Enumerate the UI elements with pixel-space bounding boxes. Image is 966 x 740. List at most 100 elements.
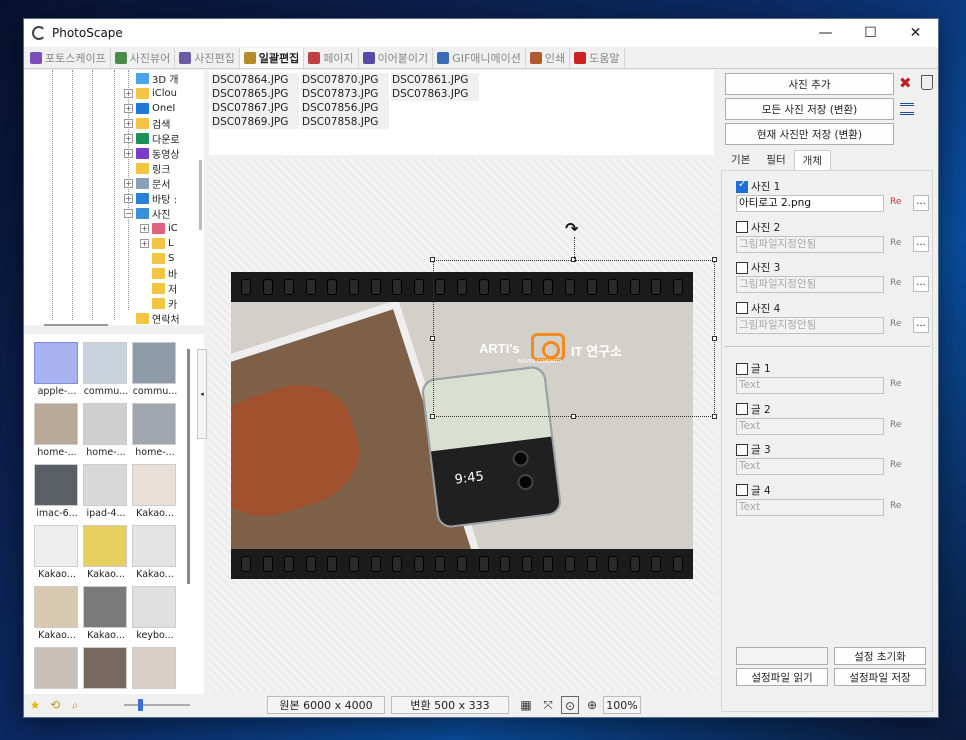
- text-checkbox[interactable]: [736, 484, 748, 496]
- photo-checkbox-row[interactable]: 사진 1: [736, 179, 780, 194]
- photo-checkbox-row[interactable]: 사진 2: [736, 220, 780, 235]
- edit-object-icon[interactable]: Re: [890, 420, 906, 434]
- thumbnail[interactable]: imac-6...: [34, 464, 80, 522]
- photo-input[interactable]: 그림파일지정안됨: [736, 276, 884, 293]
- thumbnail[interactable]: Kakao...: [34, 586, 80, 644]
- tab-1[interactable]: 사진뷰어: [111, 47, 176, 68]
- text-input[interactable]: Text: [736, 458, 884, 475]
- refresh-icon[interactable]: ⟲: [48, 698, 62, 712]
- selection-box[interactable]: [433, 260, 715, 417]
- thumbnail[interactable]: [83, 647, 129, 694]
- tree-item[interactable]: 카: [140, 296, 177, 311]
- slider-knob[interactable]: [138, 699, 143, 711]
- expand-toggle-icon[interactable]: +: [124, 179, 133, 188]
- minimize-button[interactable]: —: [803, 19, 848, 47]
- thumbnail[interactable]: Kakao...: [83, 586, 129, 644]
- tab-5[interactable]: 이어붙이기: [359, 47, 434, 68]
- tab-7[interactable]: 인쇄: [526, 47, 571, 68]
- star-icon[interactable]: ★: [28, 698, 42, 712]
- browse-file-button[interactable]: ...: [913, 235, 929, 252]
- thumbnail[interactable]: ipad-4...: [83, 464, 129, 522]
- folder-tree[interactable]: 3D 개 + iClou + OneI + 검색 + 다운로 + 동영상 링크 + 문서 + 바탕 : − 사진 +…: [24, 70, 204, 325]
- rotate-handle-icon[interactable]: ↷: [565, 219, 578, 238]
- edit-object-icon[interactable]: Re: [890, 278, 906, 292]
- save-current-button[interactable]: 현재 사진만 저장 (변환): [725, 123, 894, 145]
- photo-input[interactable]: 그림파일지정안됨: [736, 235, 884, 253]
- tab-4[interactable]: 페이지: [304, 47, 359, 68]
- tab-2[interactable]: 사진편집: [175, 47, 240, 68]
- text-checkbox[interactable]: [736, 403, 748, 415]
- tree-item[interactable]: + iClou: [124, 86, 177, 101]
- text-checkbox-row[interactable]: 글 3: [736, 442, 771, 457]
- save-settings-button[interactable]: 설정파일 저장: [834, 668, 926, 686]
- thumbnail[interactable]: Kakao...: [83, 525, 129, 583]
- tab-6[interactable]: GIF애니메이션: [433, 47, 526, 68]
- file-item[interactable]: [391, 115, 479, 129]
- preview-canvas[interactable]: 9:45 ARTI's IT 연구소 INAVER.COM/ARTI ↷ ✕: [209, 159, 734, 691]
- resize-handle-sw[interactable]: [430, 414, 435, 419]
- thumbnail[interactable]: Kakao...: [132, 525, 178, 583]
- tree-item[interactable]: + L: [140, 236, 174, 251]
- thumbnail[interactable]: home-...: [132, 403, 178, 461]
- thumbnail[interactable]: Kakao...: [132, 464, 178, 522]
- maximize-button[interactable]: ☐: [848, 19, 893, 47]
- edit-object-icon[interactable]: Re: [890, 238, 906, 252]
- edit-object-icon[interactable]: Re: [890, 501, 906, 515]
- thumbnail[interactable]: [34, 647, 80, 694]
- file-item[interactable]: DSC07867.JPG: [211, 101, 299, 115]
- trash-icon[interactable]: [921, 75, 933, 90]
- resize-handle-se[interactable]: [712, 414, 717, 419]
- file-item[interactable]: DSC07858.JPG: [301, 115, 389, 129]
- photo-checkbox-row[interactable]: 사진 3: [736, 260, 780, 275]
- photo-checkbox[interactable]: [736, 261, 748, 274]
- subtab-1[interactable]: 필터: [758, 150, 793, 170]
- thumbnail-scrollbar[interactable]: [187, 349, 190, 584]
- file-item[interactable]: DSC07870.JPG: [301, 73, 389, 87]
- tree-item[interactable]: + 동영상: [124, 146, 180, 161]
- tree-item[interactable]: + OneI: [124, 101, 175, 116]
- edit-object-icon[interactable]: Re: [890, 379, 906, 393]
- text-input[interactable]: Text: [736, 377, 884, 394]
- transparency-icon[interactable]: ▦: [517, 696, 535, 714]
- resize-handle-e[interactable]: [712, 336, 717, 341]
- expand-toggle-icon[interactable]: +: [124, 149, 133, 158]
- thumbnail[interactable]: commu...: [83, 342, 129, 400]
- text-checkbox[interactable]: [736, 362, 748, 375]
- photo-input[interactable]: 아티로고 2.png: [736, 195, 884, 212]
- photo-checkbox[interactable]: [736, 221, 748, 233]
- expand-toggle-icon[interactable]: +: [124, 89, 133, 98]
- file-list[interactable]: DSC07864.JPG DSC07870.JPG DSC07861.JPG DSC0…: [209, 70, 714, 155]
- actual-size-icon[interactable]: ⊙: [561, 696, 579, 714]
- remove-icon[interactable]: ✖: [899, 74, 912, 92]
- photo-checkbox[interactable]: [736, 302, 748, 314]
- browse-file-button[interactable]: ...: [913, 276, 929, 292]
- expand-toggle-icon[interactable]: +: [124, 194, 133, 203]
- thumbnail[interactable]: apple-...: [34, 342, 80, 400]
- expand-toggle-icon[interactable]: +: [124, 134, 133, 143]
- text-checkbox[interactable]: [736, 443, 748, 456]
- tree-item[interactable]: 3D 개: [124, 71, 178, 86]
- edit-object-icon[interactable]: Re: [890, 460, 906, 474]
- browse-file-button[interactable]: ...: [913, 195, 929, 211]
- close-window-button[interactable]: ✕: [893, 19, 938, 47]
- expand-toggle-icon[interactable]: −: [124, 209, 133, 218]
- tree-item[interactable]: 링크: [124, 161, 170, 176]
- collapse-panel-button[interactable]: ◂: [197, 349, 207, 439]
- save-all-button[interactable]: 모든 사진 저장 (변환): [725, 98, 894, 120]
- tree-item[interactable]: 연락처: [124, 311, 180, 325]
- tree-item[interactable]: S: [140, 251, 174, 266]
- text-checkbox-row[interactable]: 글 2: [736, 402, 771, 417]
- add-photo-button[interactable]: 사진 추가: [725, 73, 894, 95]
- resize-handle-s[interactable]: [571, 414, 576, 419]
- text-input[interactable]: Text: [736, 417, 884, 435]
- resize-handle-nw[interactable]: [430, 257, 435, 262]
- thumbnail-size-slider[interactable]: [124, 699, 190, 711]
- file-item[interactable]: [391, 101, 479, 115]
- search-folder-icon[interactable]: ⌕: [68, 698, 82, 712]
- browse-file-button[interactable]: ...: [913, 316, 929, 333]
- file-item[interactable]: DSC07864.JPG: [211, 73, 299, 87]
- tab-8[interactable]: 도움말: [570, 47, 625, 68]
- thumbnail[interactable]: home-...: [83, 403, 129, 461]
- thumbnail[interactable]: commu...: [132, 342, 178, 400]
- file-item[interactable]: DSC07863.JPG: [391, 87, 479, 101]
